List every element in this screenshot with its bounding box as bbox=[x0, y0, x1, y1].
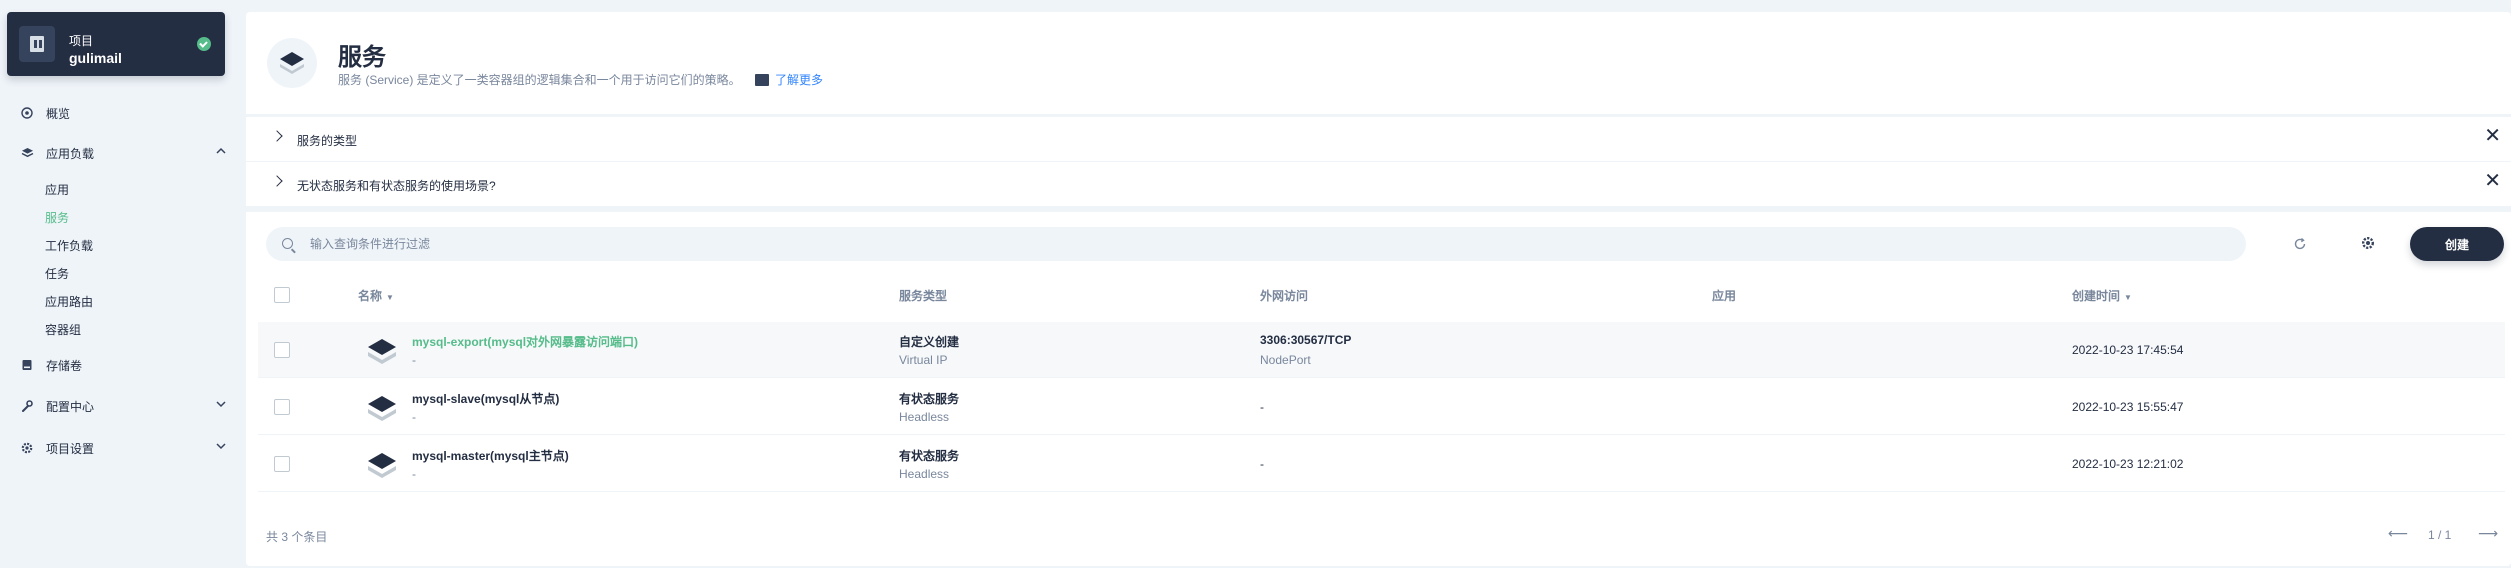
sidebar-subitem-routes[interactable]: 应用路由 bbox=[45, 293, 93, 310]
tip-label: 无状态服务和有状态服务的使用场景? bbox=[297, 179, 496, 193]
sidebar-item-overview[interactable]: 概览 bbox=[20, 103, 220, 123]
sidebar-subitem-pods[interactable]: 容器组 bbox=[45, 321, 81, 338]
external-access: - bbox=[1260, 400, 1264, 414]
close-icon[interactable]: ✕ bbox=[2484, 126, 2501, 146]
service-type-sub: Headless bbox=[899, 410, 950, 424]
search-bar[interactable] bbox=[266, 227, 2246, 261]
tip-service-types[interactable]: 服务的类型 ✕ bbox=[246, 117, 2511, 161]
created-time: 2022-10-23 12:21:02 bbox=[2072, 457, 2184, 471]
sidebar-subitem-apps[interactable]: 应用 bbox=[45, 181, 69, 198]
service-description: - bbox=[412, 467, 416, 481]
page-description: 服务 (Service) 是定义了一类容器组的逻辑集合和一个用于访问它们的策略。 bbox=[338, 73, 741, 87]
service-type: 有状态服务 bbox=[899, 392, 960, 406]
project-name: gulimail bbox=[69, 50, 122, 66]
overview-icon bbox=[20, 106, 34, 120]
service-type-sub: Virtual IP bbox=[899, 353, 948, 367]
project-selector[interactable]: 项目 gulimail bbox=[7, 12, 225, 76]
book-icon bbox=[755, 73, 769, 86]
column-header-type: 服务类型 bbox=[899, 289, 948, 303]
sort-down-icon: ▼ bbox=[386, 293, 394, 302]
services-table-panel: 创建 名称▼ 服务类型 外网访问 应用 创建时间▼ mysql-export(m… bbox=[246, 212, 2511, 566]
table-row[interactable]: mysql-master(mysql主节点) - 有状态服务 Headless … bbox=[258, 436, 2505, 492]
service-icon bbox=[267, 38, 317, 88]
tip-label: 服务的类型 bbox=[297, 134, 358, 148]
sort-down-icon: ▼ bbox=[2124, 293, 2132, 302]
table-row[interactable]: mysql-slave(mysql从节点) - 有状态服务 Headless -… bbox=[258, 379, 2505, 435]
page-title: 服务 bbox=[338, 44, 386, 71]
sidebar-item-label: 存储卷 bbox=[46, 358, 83, 373]
wrench-icon bbox=[20, 399, 34, 413]
column-header-access: 外网访问 bbox=[1260, 289, 1309, 303]
arrow-right-icon[interactable]: ⟶ bbox=[2478, 525, 2498, 542]
service-name-link[interactable]: mysql-slave(mysql从节点) bbox=[412, 390, 559, 407]
column-header-app: 应用 bbox=[1712, 289, 1737, 303]
close-icon[interactable]: ✕ bbox=[2484, 171, 2501, 191]
chevron-right-icon bbox=[271, 130, 283, 142]
service-type: 有状态服务 bbox=[899, 449, 960, 463]
sidebar-subitem-workloads[interactable]: 工作负载 bbox=[45, 237, 93, 254]
external-access: 3306:30567/TCP bbox=[1260, 333, 1352, 347]
sidebar-item-label: 项目设置 bbox=[46, 441, 95, 456]
page-header: 服务 服务 (Service) 是定义了一类容器组的逻辑集合和一个用于访问它们的… bbox=[246, 12, 2511, 114]
settings-icon bbox=[20, 441, 34, 455]
sidebar: 项目 gulimail 概览 应用负载 应用 服务 工作负载 任务 应用路由 容… bbox=[0, 0, 240, 568]
row-checkbox[interactable] bbox=[274, 456, 290, 472]
status-check-icon bbox=[197, 37, 211, 51]
arrow-left-icon[interactable]: ⟵ bbox=[2388, 525, 2408, 542]
row-checkbox[interactable] bbox=[274, 342, 290, 358]
service-name-link[interactable]: mysql-export(mysql对外网暴露访问端口) bbox=[412, 333, 638, 350]
service-icon bbox=[368, 339, 396, 364]
column-header-name[interactable]: 名称 ▼ bbox=[358, 287, 394, 304]
sidebar-item-project-settings[interactable]: 项目设置 bbox=[20, 438, 226, 458]
sidebar-subitem-jobs[interactable]: 任务 bbox=[45, 265, 69, 282]
project-type-label: 项目 bbox=[69, 34, 94, 48]
created-time: 2022-10-23 15:55:47 bbox=[2072, 400, 2184, 414]
chevron-down-icon bbox=[216, 398, 226, 412]
service-icon bbox=[368, 453, 396, 478]
column-label: 创建时间 bbox=[2072, 289, 2121, 303]
chevron-down-icon bbox=[216, 440, 226, 454]
learn-more-label: 了解更多 bbox=[775, 73, 824, 87]
appworkload-icon bbox=[20, 146, 34, 160]
column-header-created[interactable]: 创建时间 ▼ bbox=[2072, 287, 2132, 304]
service-description: - bbox=[412, 410, 416, 424]
row-checkbox[interactable] bbox=[274, 399, 290, 415]
sidebar-item-storage[interactable]: 存储卷 bbox=[20, 355, 220, 375]
gear-icon[interactable] bbox=[2361, 236, 2375, 253]
sidebar-item-config[interactable]: 配置中心 bbox=[20, 396, 226, 416]
service-name-link[interactable]: mysql-master(mysql主节点) bbox=[412, 447, 569, 464]
learn-more-link[interactable]: 了解更多 bbox=[755, 71, 823, 88]
refresh-icon[interactable] bbox=[2293, 237, 2307, 254]
search-input[interactable] bbox=[310, 235, 1210, 253]
sidebar-subitem-services[interactable]: 服务 bbox=[45, 209, 69, 226]
external-access: - bbox=[1260, 457, 1264, 471]
chevron-up-icon bbox=[216, 145, 226, 159]
service-type-sub: Headless bbox=[899, 467, 950, 481]
table-row[interactable]: mysql-export(mysql对外网暴露访问端口) - 自定义创建 Vir… bbox=[258, 322, 2505, 378]
external-access-sub: NodePort bbox=[1260, 353, 1311, 367]
sidebar-item-appworkload[interactable]: 应用负载 bbox=[20, 143, 226, 163]
chevron-right-icon bbox=[271, 175, 283, 187]
service-icon bbox=[368, 396, 396, 421]
project-icon bbox=[19, 26, 55, 62]
sidebar-item-label: 应用负载 bbox=[46, 146, 95, 161]
service-description: - bbox=[412, 353, 416, 367]
create-button[interactable]: 创建 bbox=[2410, 227, 2504, 261]
storage-icon bbox=[20, 358, 34, 372]
service-type: 自定义创建 bbox=[899, 335, 960, 349]
created-time: 2022-10-23 17:45:54 bbox=[2072, 343, 2184, 357]
sidebar-item-label: 概览 bbox=[46, 106, 71, 121]
search-icon bbox=[282, 238, 293, 249]
select-all-checkbox[interactable] bbox=[274, 287, 290, 303]
sidebar-item-label: 配置中心 bbox=[46, 399, 95, 414]
total-count: 共 3 个条目 bbox=[266, 530, 328, 544]
page-indicator: 1 / 1 bbox=[2428, 528, 2452, 542]
column-label: 名称 bbox=[358, 289, 383, 303]
tip-stateless-stateful[interactable]: 无状态服务和有状态服务的使用场景? ✕ bbox=[246, 162, 2511, 206]
